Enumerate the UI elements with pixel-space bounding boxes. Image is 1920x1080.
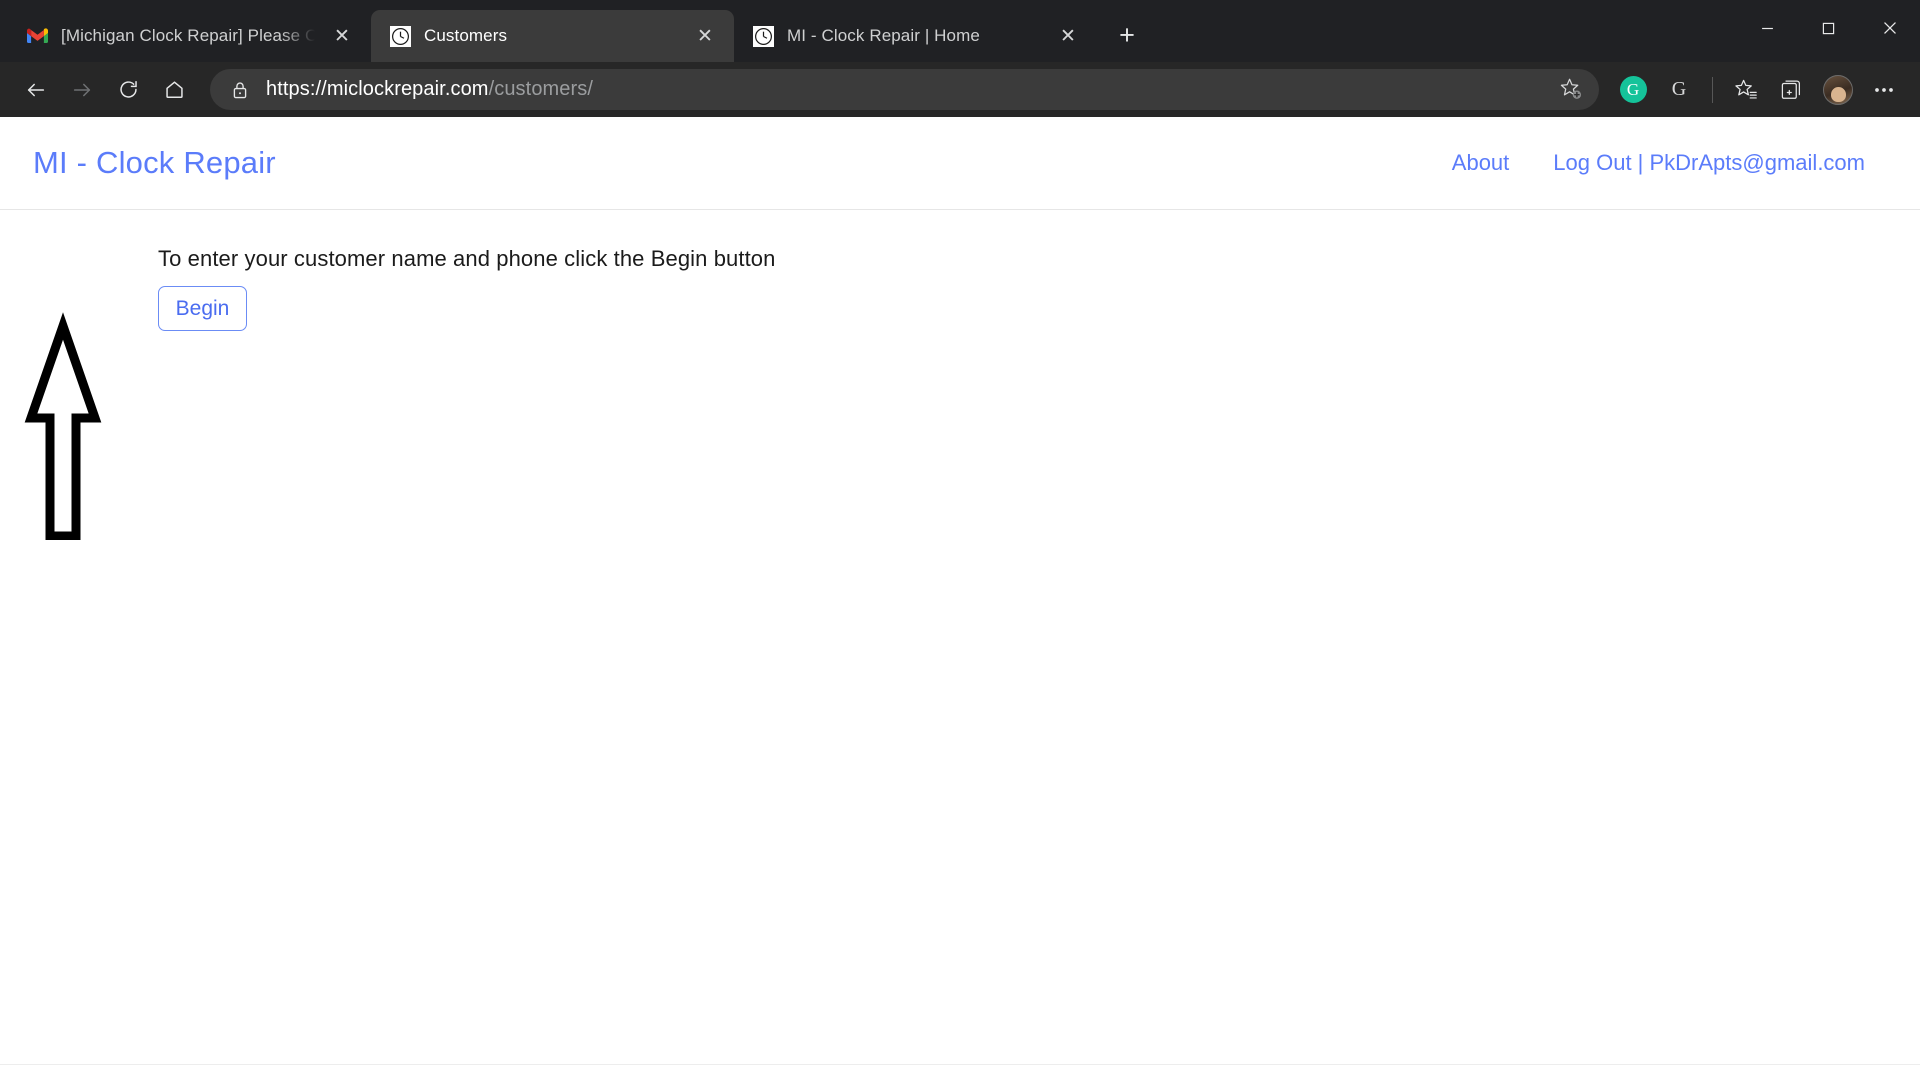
tab-title: MI - Clock Repair | Home: [787, 26, 980, 45]
back-button[interactable]: [14, 68, 58, 112]
begin-button[interactable]: Begin: [158, 286, 247, 331]
star-plus-icon[interactable]: [1551, 77, 1591, 102]
up-arrow-annotation: [6, 310, 126, 545]
forward-button[interactable]: [60, 68, 104, 112]
site-nav: About Log Out | PkDrApts@gmail.com: [1452, 150, 1865, 176]
window-controls: [1737, 0, 1920, 56]
minimize-button[interactable]: [1737, 0, 1798, 56]
browser-toolbar: https://miclockrepair.com/customers/ G G: [0, 62, 1920, 117]
refresh-button[interactable]: [106, 68, 150, 112]
nav-link-logout[interactable]: Log Out | PkDrApts@gmail.com: [1553, 150, 1865, 176]
maximize-button[interactable]: [1798, 0, 1859, 56]
tab-close-button[interactable]: ✕: [690, 21, 720, 51]
site-header: MI - Clock Repair About Log Out | PkDrAp…: [0, 117, 1920, 210]
toolbar-divider: [1712, 76, 1713, 103]
grammarly-icon: G: [1619, 76, 1647, 103]
horizontal-scrollbar[interactable]: [0, 1064, 1920, 1080]
browser-window: [Michigan Clock Repair] Please C ✕ Custo…: [0, 0, 1920, 1080]
address-bar[interactable]: https://miclockrepair.com/customers/: [210, 69, 1599, 110]
gmail-icon: [26, 25, 49, 48]
tab-title: Customers: [424, 26, 508, 45]
url-text: https://miclockrepair.com/customers/: [266, 78, 1551, 101]
tab-strip: [Michigan Clock Repair] Please C ✕ Custo…: [0, 0, 1149, 62]
clock-icon: [752, 25, 775, 48]
collections-icon[interactable]: [1770, 68, 1814, 112]
browser-tab-home[interactable]: MI - Clock Repair | Home ✕: [734, 10, 1097, 62]
browser-tab-customers[interactable]: Customers ✕: [371, 10, 734, 62]
new-tab-button[interactable]: +: [1105, 13, 1149, 57]
grammarly-extension-button[interactable]: G: [1611, 68, 1655, 112]
tab-title: [Michigan Clock Repair] Please C: [61, 26, 315, 45]
url-host: https://miclockrepair.com: [266, 78, 489, 100]
page-content: To enter your customer name and phone cl…: [0, 210, 1920, 541]
instruction-text: To enter your customer name and phone cl…: [158, 246, 776, 271]
clock-icon: [389, 25, 412, 48]
page-viewport: MI - Clock Repair About Log Out | PkDrAp…: [0, 117, 1920, 1080]
google-extension-button[interactable]: G: [1657, 68, 1701, 112]
home-button[interactable]: [152, 68, 196, 112]
tab-close-button[interactable]: ✕: [1053, 21, 1083, 51]
google-icon: G: [1671, 78, 1687, 100]
close-window-button[interactable]: [1859, 0, 1920, 56]
avatar-face: [1830, 86, 1846, 102]
lock-icon: [228, 81, 252, 99]
tab-close-button[interactable]: ✕: [327, 21, 357, 51]
nav-link-about[interactable]: About: [1452, 150, 1510, 176]
url-path: /customers/: [488, 78, 594, 100]
site-brand[interactable]: MI - Clock Repair: [33, 145, 276, 181]
avatar: [1823, 74, 1853, 105]
favorites-star-icon[interactable]: [1724, 68, 1768, 112]
browser-tab-gmail[interactable]: [Michigan Clock Repair] Please C ✕: [8, 10, 371, 62]
ellipsis-icon[interactable]: [1862, 68, 1906, 112]
browser-titlebar: [Michigan Clock Repair] Please C ✕ Custo…: [0, 0, 1920, 62]
profile-avatar[interactable]: [1816, 68, 1860, 112]
